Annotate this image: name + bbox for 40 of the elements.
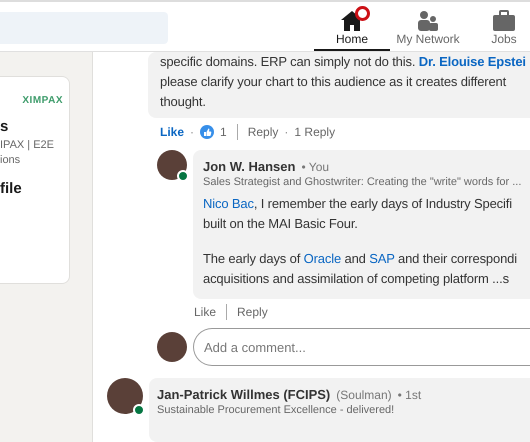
avatar [157,150,187,180]
nav-tab[interactable]: Jobs [466,2,530,51]
comment-text: specific domains. ERP can simply not do this. Dr. Elouise Epstei [160,53,527,71]
mention-link[interactable]: Oracle [304,250,342,266]
card-title: file [0,179,23,199]
company-logo: XIMPAX [22,95,63,106]
author-name[interactable]: Jan-Patrick Willmes (FCIPS) [157,387,330,402]
thumbs-up-icon [200,124,214,139]
author-headline: Sales Strategist and Ghostwriter: Creating the "write" words for ... [203,176,522,188]
replies-link[interactable]: 1 Reply [294,124,336,139]
connection-degree: • 1st [398,388,422,402]
comment-field[interactable]: Add a comment... [193,328,530,366]
card-title: s [0,117,10,137]
avatar [107,378,143,414]
avatar [157,332,187,362]
briefcase-icon [492,10,516,32]
reaction-count: 1 [220,124,227,139]
comment-text: please clarify your chart to this audience as it creates different [160,73,508,91]
mention-link[interactable]: Nico Bac [203,196,254,210]
reply-link[interactable]: Reply [248,124,278,139]
comment-text: Nico Bac, I remember the early days of Industry Specifi [203,194,513,213]
people-icon [417,10,439,32]
reply-link[interactable]: Reply [237,305,268,320]
comment-text: The early days of Oracle and SAP and their correspondi [203,250,518,268]
card-subtitle: ions [0,153,22,168]
card-subtitle: IPAX | E2E [0,138,56,153]
comment-text: acquisitions and assimilation of competing platform ...s [203,270,510,288]
author-name[interactable]: Jon W. Hansen [203,158,296,174]
comment-text: thought. [160,93,207,111]
comment-text: built on the MAI Basic Four. [203,214,359,232]
author-headline: Sustainable Procurement Excellence - delivered! [157,404,396,416]
mention-link[interactable]: Dr. Elouise Epstei [418,54,526,69]
nickname-label: (Soulman) [336,388,392,402]
separator-dot: · [284,124,288,139]
like-link[interactable]: Like [160,124,184,139]
like-link[interactable]: Like [194,305,216,320]
mention-link[interactable]: SAP [369,250,395,266]
nav-tab[interactable]: My Network [390,2,466,51]
relation-label: • You [301,160,330,174]
separator-dot: · [190,124,194,139]
